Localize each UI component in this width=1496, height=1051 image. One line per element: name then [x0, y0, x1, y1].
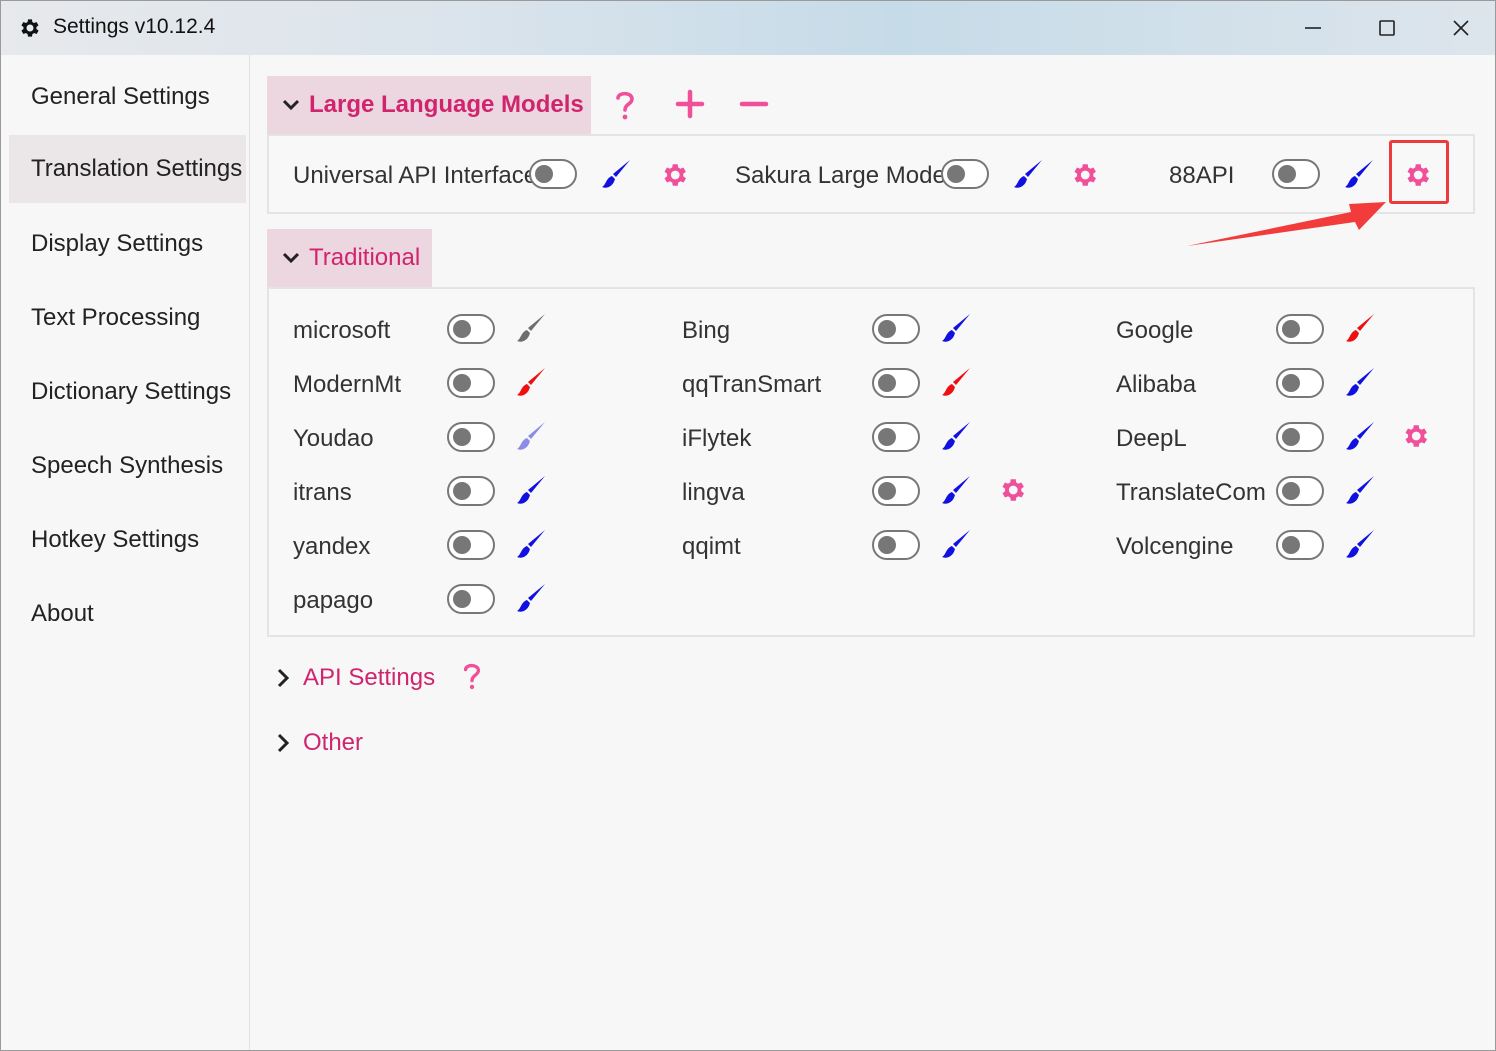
- brush-icon[interactable]: [514, 581, 548, 615]
- minus-icon[interactable]: [739, 89, 769, 119]
- brush-icon[interactable]: [939, 473, 973, 507]
- brush-icon[interactable]: [939, 527, 973, 561]
- engine-toggle-deepl[interactable]: [1276, 422, 1324, 452]
- engine-toggle-google[interactable]: [1276, 314, 1324, 344]
- engine-label: Bing: [682, 317, 731, 344]
- traditional-panel: microsoft Bing Google ModernMt qqTranSma…: [267, 287, 1475, 637]
- brush-icon[interactable]: [599, 157, 633, 191]
- sidebar-item-about[interactable]: About: [9, 580, 246, 648]
- sidebar-item-hotkey-settings[interactable]: Hotkey Settings: [9, 506, 246, 574]
- engine-toggle-microsoft[interactable]: [447, 314, 495, 344]
- llm-toggle-88api[interactable]: [1272, 159, 1320, 189]
- sidebar-item-display-settings[interactable]: Display Settings: [9, 210, 246, 278]
- sidebar-item-speech-synthesis[interactable]: Speech Synthesis: [9, 432, 246, 500]
- brush-icon[interactable]: [514, 473, 548, 507]
- sidebar-item-translation-settings[interactable]: Translation Settings: [9, 135, 246, 203]
- close-button[interactable]: [1425, 1, 1496, 55]
- engine-toggle-lingva[interactable]: [872, 476, 920, 506]
- engine-label: Alibaba: [1116, 371, 1197, 398]
- brush-icon[interactable]: [514, 311, 548, 345]
- minimize-button[interactable]: [1277, 1, 1349, 55]
- engine-toggle-papago[interactable]: [447, 584, 495, 614]
- traditional-section-header[interactable]: Traditional: [267, 229, 432, 287]
- engine-label: papago: [293, 587, 374, 614]
- settings-window: Settings v10.12.4 General Settings Trans…: [0, 0, 1496, 1051]
- chevron-down-icon: [282, 99, 300, 111]
- engine-label: Youdao: [293, 425, 374, 452]
- engine-label: qqimt: [682, 533, 741, 560]
- brush-icon[interactable]: [1343, 527, 1377, 561]
- brush-icon[interactable]: [514, 527, 548, 561]
- brush-icon[interactable]: [514, 365, 548, 399]
- brush-icon[interactable]: [1011, 157, 1045, 191]
- chevron-right-icon: [277, 733, 290, 753]
- highlight-box: [1389, 140, 1449, 204]
- engine-label: Google: [1116, 317, 1194, 344]
- api-settings-section-header[interactable]: API Settings: [275, 658, 435, 698]
- llm-section-title: Large Language Models: [309, 91, 584, 118]
- brush-icon[interactable]: [1343, 419, 1377, 453]
- engine-toggle-qqtransmart[interactable]: [872, 368, 920, 398]
- gear-icon[interactable]: [1400, 421, 1430, 451]
- llm-toggle-sakura[interactable]: [941, 159, 989, 189]
- chevron-down-icon: [282, 252, 300, 264]
- engine-toggle-itrans[interactable]: [447, 476, 495, 506]
- window-title: Settings v10.12.4: [53, 15, 216, 38]
- engine-label: qqTranSmart: [682, 371, 822, 398]
- engine-label: iFlytek: [682, 425, 752, 452]
- engine-toggle-youdao[interactable]: [447, 422, 495, 452]
- question-mark-icon[interactable]: [613, 89, 637, 121]
- engine-label: TranslateCom: [1116, 479, 1266, 506]
- engine-toggle-volcengine[interactable]: [1276, 530, 1324, 560]
- title-bar[interactable]: Settings v10.12.4: [1, 1, 1495, 55]
- gear-icon: [21, 19, 39, 37]
- close-icon: [1453, 20, 1469, 36]
- gear-icon[interactable]: [997, 475, 1027, 505]
- engine-toggle-bing[interactable]: [872, 314, 920, 344]
- brush-icon[interactable]: [514, 419, 548, 453]
- engine-label: ModernMt: [293, 371, 402, 398]
- gear-icon[interactable]: [1069, 160, 1099, 190]
- llm-section-header[interactable]: Large Language Models: [267, 76, 591, 134]
- other-section-header[interactable]: Other: [275, 723, 363, 763]
- brush-icon[interactable]: [1343, 473, 1377, 507]
- other-title: Other: [303, 729, 364, 756]
- engine-label: DeepL: [1116, 425, 1187, 452]
- engine-toggle-iflytek[interactable]: [872, 422, 920, 452]
- sidebar: General Settings Translation Settings Di…: [5, 55, 250, 1050]
- brush-icon[interactable]: [939, 311, 973, 345]
- llm-item-label: Sakura Large Model: [735, 162, 952, 189]
- sidebar-item-general-settings[interactable]: General Settings: [9, 63, 246, 131]
- sidebar-item-text-processing[interactable]: Text Processing: [9, 284, 246, 352]
- engine-label: microsoft: [293, 317, 391, 344]
- engine-label: itrans: [293, 479, 352, 506]
- engine-label: Volcengine: [1116, 533, 1234, 560]
- brush-icon[interactable]: [1343, 365, 1377, 399]
- engine-toggle-translatecom[interactable]: [1276, 476, 1324, 506]
- engine-toggle-yandex[interactable]: [447, 530, 495, 560]
- chevron-right-icon: [277, 668, 290, 688]
- brush-icon[interactable]: [939, 365, 973, 399]
- arrow-annotation-icon: [1187, 202, 1386, 246]
- llm-toggle-universal-api[interactable]: [529, 159, 577, 189]
- question-mark-icon[interactable]: [461, 661, 483, 691]
- engine-label: lingva: [682, 479, 745, 506]
- maximize-button[interactable]: [1351, 1, 1423, 55]
- traditional-section-title: Traditional: [309, 244, 421, 271]
- llm-item-label: Universal API Interface: [293, 162, 538, 189]
- brush-icon[interactable]: [1343, 311, 1377, 345]
- api-settings-title: API Settings: [303, 664, 436, 691]
- brush-icon[interactable]: [939, 419, 973, 453]
- minimize-icon: [1305, 27, 1321, 29]
- plus-icon[interactable]: [675, 89, 705, 119]
- engine-toggle-modernmt[interactable]: [447, 368, 495, 398]
- sidebar-item-dictionary-settings[interactable]: Dictionary Settings: [9, 358, 246, 426]
- engine-toggle-alibaba[interactable]: [1276, 368, 1324, 398]
- engine-toggle-qqimt[interactable]: [872, 530, 920, 560]
- gear-icon[interactable]: [659, 160, 689, 190]
- engine-label: yandex: [293, 533, 371, 560]
- maximize-icon: [1379, 20, 1395, 36]
